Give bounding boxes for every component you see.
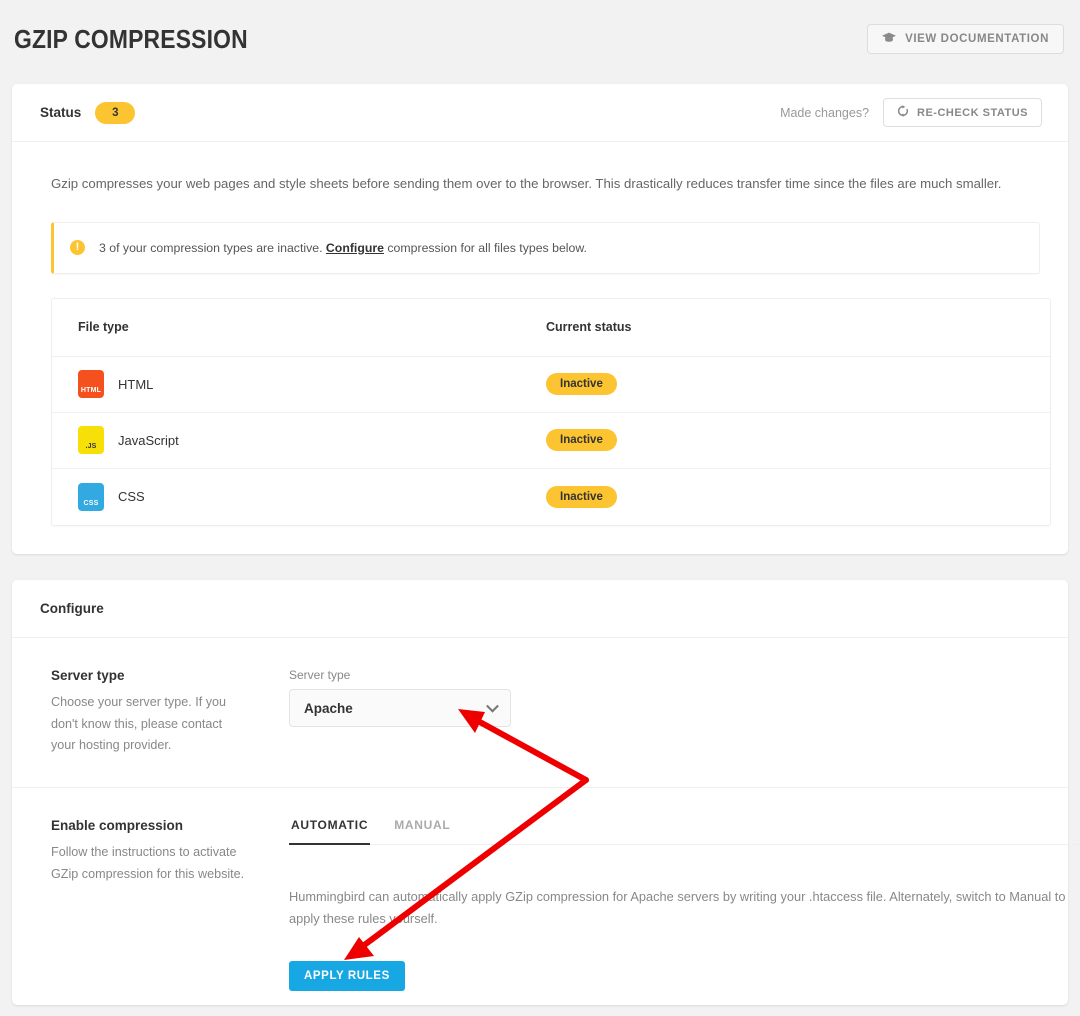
notice-text: 3 of your compression types are inactive… (99, 241, 587, 255)
gzip-compression-page: GZIP COMPRESSION VIEW DOCUMENTATION Stat… (0, 0, 1080, 1016)
file-type-name: JavaScript (118, 433, 179, 448)
server-type-selected-value: Apache (304, 701, 353, 716)
server-type-select[interactable]: Apache (289, 689, 511, 727)
chevron-down-icon (486, 700, 499, 713)
intro-text: Gzip compresses your web pages and style… (51, 174, 1040, 194)
status-header-right: Made changes? RE-CHECK STATUS (780, 98, 1042, 127)
file-type-cell: CSS CSS (78, 483, 546, 511)
column-header-file-type: File type (78, 320, 546, 334)
server-type-heading: Server type (51, 668, 250, 683)
status-header-left: Status 3 (40, 102, 135, 124)
server-type-row: Server type Choose your server type. If … (12, 638, 1068, 788)
table-row: .JS JavaScript Inactive (52, 413, 1050, 469)
notice-prefix: 3 of your compression types are inactive… (99, 241, 326, 255)
javascript-file-icon: .JS (78, 426, 104, 454)
view-documentation-label: VIEW DOCUMENTATION (905, 33, 1049, 45)
file-type-name: HTML (118, 377, 153, 392)
enable-compression-row: Enable compression Follow the instructio… (12, 788, 1068, 1016)
status-title: Status (40, 105, 81, 120)
html-file-icon: HTML (78, 370, 104, 398)
status-card-body: Gzip compresses your web pages and style… (12, 142, 1068, 526)
enable-compression-control: AUTOMATIC MANUAL Hummingbird can automat… (250, 818, 1079, 991)
made-changes-label: Made changes? (780, 106, 869, 120)
column-header-current-status: Current status (546, 320, 1024, 334)
file-type-name: CSS (118, 489, 145, 504)
refresh-icon (897, 105, 909, 120)
file-type-table-header: File type Current status (52, 299, 1050, 357)
inactive-notice: ! 3 of your compression types are inacti… (51, 222, 1040, 274)
status-badge: Inactive (546, 486, 617, 508)
re-check-status-label: RE-CHECK STATUS (917, 107, 1028, 119)
css-icon-label: CSS (78, 500, 104, 507)
table-row: CSS CSS Inactive (52, 469, 1050, 525)
page-title: GZIP COMPRESSION (14, 24, 248, 55)
configure-card-header: Configure (12, 580, 1068, 638)
enable-compression-heading: Enable compression (51, 818, 250, 833)
status-count-badge: 3 (95, 102, 135, 124)
enable-compression-info: Enable compression Follow the instructio… (40, 818, 250, 991)
status-badge: Inactive (546, 429, 617, 451)
file-type-cell: .JS JavaScript (78, 426, 546, 454)
css-file-icon: CSS (78, 483, 104, 511)
server-type-field-label: Server type (289, 668, 1040, 682)
status-cell: Inactive (546, 373, 1024, 395)
configure-header-left: Configure (40, 601, 104, 616)
status-cell: Inactive (546, 429, 1024, 451)
file-type-table: File type Current status HTML HTML Inact… (51, 298, 1051, 526)
configure-title: Configure (40, 601, 104, 616)
configure-link[interactable]: Configure (326, 241, 384, 255)
re-check-status-button[interactable]: RE-CHECK STATUS (883, 98, 1042, 127)
server-type-info: Server type Choose your server type. If … (40, 668, 250, 757)
enable-compression-description: Follow the instructions to activate GZip… (51, 842, 250, 885)
server-type-control: Server type Apache (250, 668, 1040, 757)
status-cell: Inactive (546, 486, 1024, 508)
compression-mode-tabs: AUTOMATIC MANUAL (289, 818, 1079, 845)
status-card: Status 3 Made changes? RE-CHECK STATUS (12, 84, 1068, 554)
warning-icon: ! (70, 240, 85, 255)
tab-automatic[interactable]: AUTOMATIC (289, 818, 370, 845)
file-type-cell: HTML HTML (78, 370, 546, 398)
html-icon-label: HTML (78, 387, 104, 394)
automatic-tab-body: Hummingbird can automatically apply GZip… (289, 886, 1079, 931)
tab-manual[interactable]: MANUAL (392, 818, 452, 845)
notice-suffix: compression for all files types below. (384, 241, 587, 255)
apply-rules-button[interactable]: APPLY RULES (289, 961, 405, 991)
javascript-icon-label: .JS (78, 443, 104, 450)
table-row: HTML HTML Inactive (52, 357, 1050, 413)
page-header: GZIP COMPRESSION VIEW DOCUMENTATION (0, 0, 1080, 78)
status-card-header: Status 3 Made changes? RE-CHECK STATUS (12, 84, 1068, 142)
configure-card: Configure Server type Choose your server… (12, 580, 1068, 1005)
graduation-cap-icon (882, 32, 896, 46)
view-documentation-button[interactable]: VIEW DOCUMENTATION (867, 24, 1064, 54)
status-badge: Inactive (546, 373, 617, 395)
server-type-description: Choose your server type. If you don't kn… (51, 692, 250, 757)
